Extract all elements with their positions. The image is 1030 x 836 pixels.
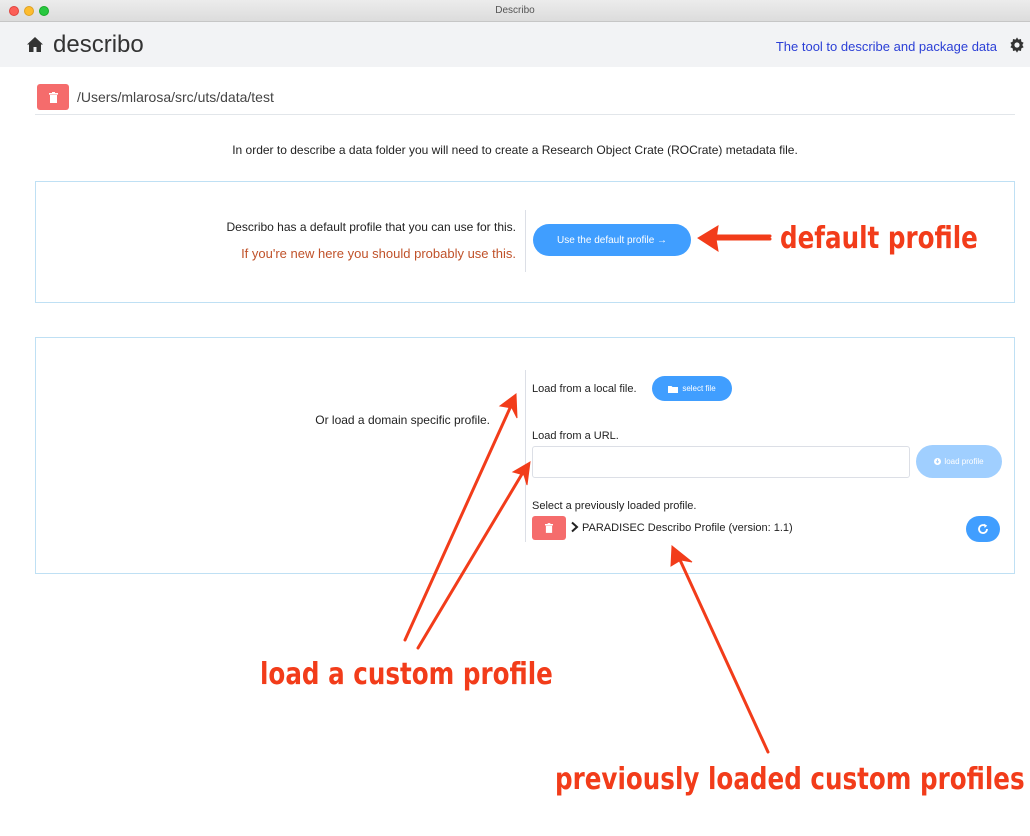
app-tagline: The tool to describe and package data [775,39,997,54]
load-profile-label: load profile [944,457,984,466]
gear-icon[interactable] [1009,37,1025,53]
home-icon[interactable] [26,36,44,53]
load-profile-button[interactable]: load profile [916,445,1002,478]
divider [525,210,526,272]
annotation-previous-profiles: previously loaded custom profiles [555,762,1025,797]
remove-folder-button[interactable] [37,84,69,110]
default-profile-description: Describo has a default profile that you … [226,220,517,234]
download-icon [934,458,942,465]
annotation-default-profile: default profile [780,221,978,256]
use-default-profile-button[interactable]: Use the default profile → [533,224,691,256]
profile-url-input[interactable] [532,446,910,478]
intro-text: In order to describe a data folder you w… [232,143,798,157]
refresh-profiles-button[interactable] [966,516,1000,542]
window-titlebar: Describo [0,0,1030,22]
previous-profiles-label: Select a previously loaded profile. [532,500,697,512]
domain-profile-description: Or load a domain specific profile. [315,413,490,427]
folder-icon [668,385,679,393]
delete-profile-button[interactable] [532,516,566,540]
local-file-label: Load from a local file. [532,383,637,395]
select-file-button[interactable]: select file [652,376,732,401]
previous-profile-item[interactable]: PARADISEC Describo Profile (version: 1.1… [582,522,793,534]
app-brand[interactable]: describo [53,31,144,59]
refresh-icon [978,523,988,534]
chevron-right-icon[interactable] [570,521,579,533]
window-title: Describo [495,5,535,16]
trash-icon [545,523,553,533]
divider [525,370,526,542]
url-label: Load from a URL. [532,430,619,442]
default-profile-hint: If you're new here you should probably u… [241,246,516,261]
divider [35,114,1015,115]
trash-icon [48,91,58,103]
folder-path: /Users/mlarosa/src/uts/data/test [77,89,274,105]
domain-profile-panel: Or load a domain specific profile. Load … [35,337,1015,574]
select-file-label: select file [682,384,716,393]
annotation-custom-profile: load a custom profile [260,657,553,692]
app-header: describo The tool to describe and packag… [0,22,1030,67]
